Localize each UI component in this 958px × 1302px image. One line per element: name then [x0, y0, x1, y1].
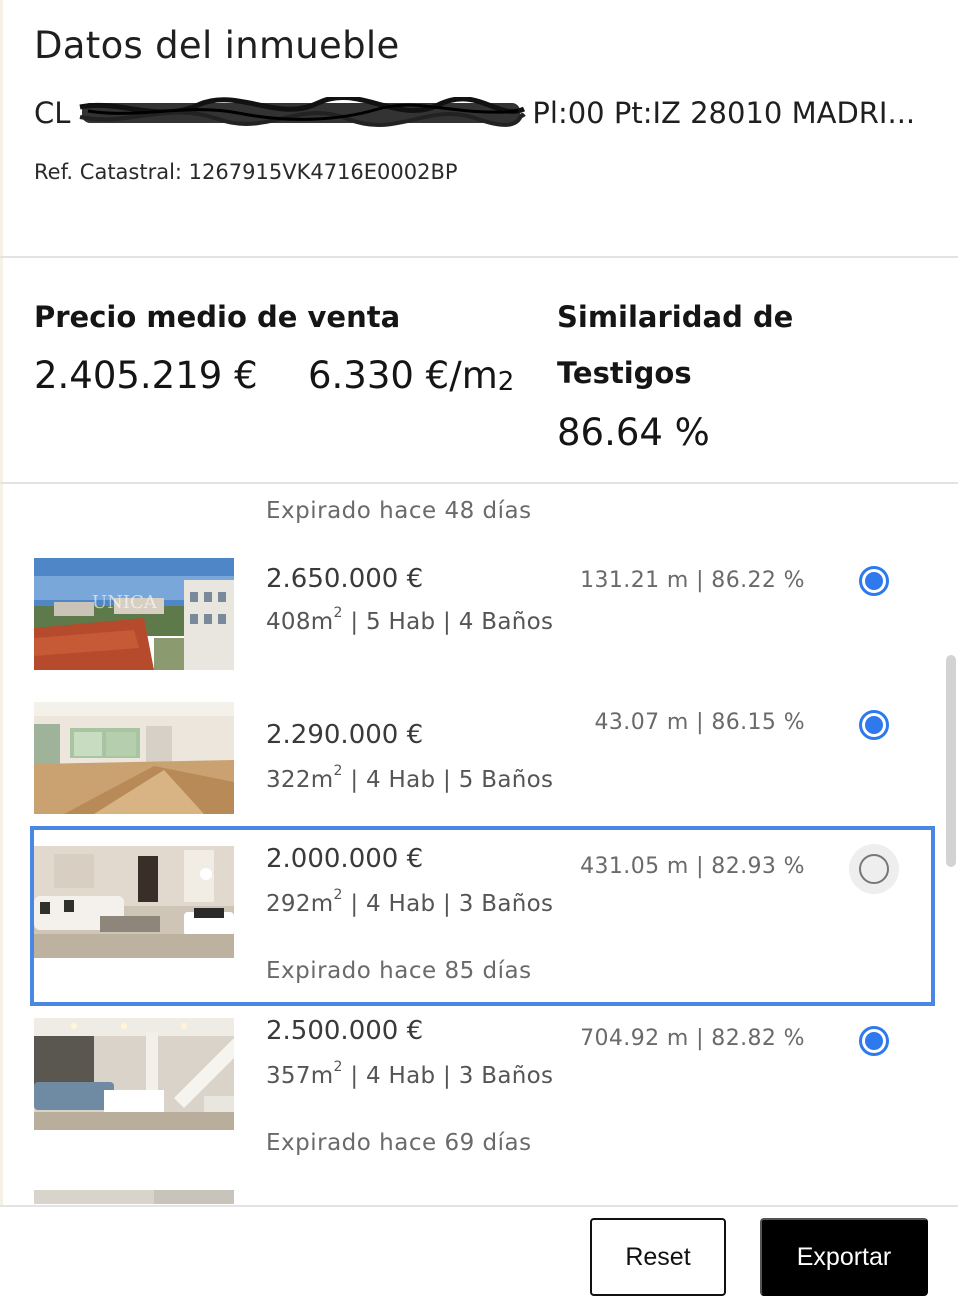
photo-watermark: UNICA	[92, 592, 158, 613]
address-prefix: CL	[34, 96, 71, 130]
property-header: Datos del inmueble CL Pl:00 Pt:IZ 28010 …	[0, 0, 958, 257]
select-radio[interactable]	[859, 710, 889, 740]
listing-area-unit: 2	[333, 1059, 343, 1075]
listing-photo[interactable]	[34, 1190, 234, 1204]
listings-list[interactable]: Expirado hace 48 días UNICA 2.650.000 € …	[0, 484, 958, 1204]
listing-details: 357m2 | 4 Hab | 3 Baños	[266, 1059, 576, 1090]
listing-area: 292m	[266, 891, 334, 917]
listing-photo[interactable]	[34, 1018, 234, 1130]
listing-rooms: | 4 Hab | 5 Baños	[342, 767, 554, 793]
listing-area: 357m	[266, 1063, 334, 1089]
avg-price-value: 2.405.219 €	[34, 354, 258, 397]
similarity-label-line1: Similaridad de	[557, 300, 794, 334]
property-address: CL Pl:00 Pt:IZ 28010 MADRI...	[34, 96, 954, 130]
avg-price-label: Precio medio de venta	[34, 300, 401, 334]
redacted-scribble	[79, 97, 527, 127]
similarity-value: 86.64 %	[557, 411, 710, 454]
address-suffix: Pl:00 Pt:IZ 28010 MADRI...	[532, 96, 916, 130]
listing-area-unit: 2	[333, 763, 343, 779]
listing-area-unit: 2	[333, 605, 343, 621]
listing-photo[interactable]	[34, 702, 234, 814]
price-per-m2-number: 6.330 €/m	[308, 354, 498, 397]
reset-button[interactable]: Reset	[590, 1218, 726, 1296]
listing-rooms: | 5 Hab | 4 Baños	[342, 609, 554, 635]
listing-expired: Expirado hace 85 días	[266, 958, 532, 984]
list-item[interactable]: 2.000.000 € 292m2 | 4 Hab | 3 Baños Expi…	[0, 844, 945, 1006]
select-radio[interactable]	[859, 1026, 889, 1056]
listing-distance-similarity: 43.07 m | 86.15 %	[594, 710, 805, 735]
price-per-m2-unit: 2	[497, 367, 515, 397]
listing-price: 2.000.000 €	[266, 844, 424, 874]
list-item-partial[interactable]	[0, 1190, 945, 1204]
list-scrollbar[interactable]	[946, 655, 956, 867]
select-radio[interactable]	[859, 854, 889, 884]
listing-photo[interactable]: UNICA	[34, 558, 234, 670]
cadastral-reference: Ref. Catastral: 1267915VK4716E0002BP	[34, 160, 458, 184]
page-title: Datos del inmueble	[34, 24, 400, 67]
listing-area: 322m	[266, 767, 334, 793]
listing-details: 408m2 | 5 Hab | 4 Baños	[266, 605, 576, 636]
action-footer: Reset Exportar	[0, 1205, 958, 1302]
listing-photo[interactable]	[34, 846, 234, 958]
list-item[interactable]: UNICA 2.650.000 € 408m2 | 5 Hab | 4 Baño…	[0, 558, 945, 688]
partial-item-expired: Expirado hace 48 días	[266, 498, 532, 524]
listing-distance-similarity: 704.92 m | 82.82 %	[580, 1026, 805, 1051]
select-radio[interactable]	[859, 566, 889, 596]
stats-panel: Precio medio de venta 2.405.219 € 6.330 …	[0, 258, 958, 482]
listing-expired: Expirado hace 69 días	[266, 1130, 532, 1156]
list-item[interactable]: 2.290.000 € 322m2 | 4 Hab | 5 Baños 43.0…	[0, 702, 945, 822]
list-item[interactable]: 2.500.000 € 357m2 | 4 Hab | 3 Baños Expi…	[0, 1016, 945, 1178]
listing-price: 2.650.000 €	[266, 564, 424, 594]
listing-price: 2.500.000 €	[266, 1016, 424, 1046]
listing-distance-similarity: 431.05 m | 82.93 %	[580, 854, 805, 879]
listing-distance-similarity: 131.21 m | 86.22 %	[580, 568, 805, 593]
listing-details: 322m2 | 4 Hab | 5 Baños	[266, 763, 606, 794]
export-button[interactable]: Exportar	[760, 1218, 928, 1296]
listing-rooms: | 4 Hab | 3 Baños	[342, 891, 554, 917]
similarity-label-line2: Testigos	[557, 356, 692, 390]
listing-details: 292m2 | 4 Hab | 3 Baños	[266, 887, 576, 918]
listing-area: 408m	[266, 609, 334, 635]
listing-rooms: | 4 Hab | 3 Baños	[342, 1063, 554, 1089]
price-per-m2-value: 6.330 €/m2	[308, 354, 514, 397]
listing-area-unit: 2	[333, 887, 343, 903]
listing-price: 2.290.000 €	[266, 720, 424, 750]
